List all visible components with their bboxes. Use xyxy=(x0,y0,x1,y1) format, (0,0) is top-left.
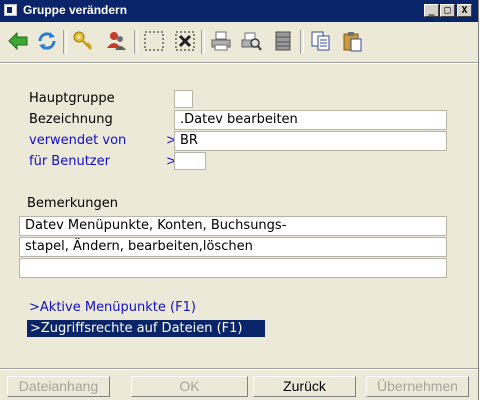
uebernehmen-button[interactable]: Übernehmen xyxy=(366,376,469,397)
key-icon[interactable] xyxy=(72,30,94,52)
toolbar-separator xyxy=(134,30,138,54)
zurueck-button[interactable]: Zurück xyxy=(253,376,356,397)
users-icon[interactable] xyxy=(105,30,127,52)
dialog-window: Gruppe verändern _ □ X Hauptgruppe Bezei… xyxy=(0,0,479,400)
window-icon[interactable] xyxy=(4,4,17,16)
close-button[interactable]: X xyxy=(457,4,472,17)
stack-icon[interactable] xyxy=(272,30,294,52)
delete-frame-icon[interactable] xyxy=(174,30,196,52)
select-frame-icon[interactable] xyxy=(143,30,165,52)
minimize-button[interactable]: _ xyxy=(424,4,439,17)
toolbar-divider xyxy=(0,62,478,64)
bezeichnung-label: Bezeichnung xyxy=(29,112,113,127)
hauptgruppe-label: Hauptgruppe xyxy=(29,91,115,106)
title-bar[interactable]: Gruppe verändern _ □ X xyxy=(0,0,478,22)
verwendet-von-field[interactable]: BR xyxy=(174,131,447,151)
toolbar-separator xyxy=(300,30,304,54)
button-divider xyxy=(0,368,478,370)
aktive-menuepunkte-link[interactable]: >Aktive Menüpunkte (F1) xyxy=(29,300,196,315)
maximize-button[interactable]: □ xyxy=(440,4,455,17)
toolbar xyxy=(0,24,478,60)
bezeichnung-field[interactable]: .Datev bearbeiten xyxy=(174,110,447,130)
paste-icon[interactable] xyxy=(341,30,363,52)
verwendet-von-label[interactable]: verwendet von xyxy=(29,133,126,148)
toolbar-separator xyxy=(201,30,205,54)
ok-button[interactable]: OK xyxy=(131,376,248,397)
copy-icon[interactable] xyxy=(310,30,332,52)
fuer-benutzer-field[interactable] xyxy=(174,152,206,170)
bemerkungen-label: Bemerkungen xyxy=(27,196,119,211)
bemerkungen-line-2[interactable]: stapel, Ändern, bearbeiten,löschen xyxy=(19,237,447,257)
fuer-benutzer-label[interactable]: für Benutzer xyxy=(29,154,110,169)
refresh-icon[interactable] xyxy=(36,30,58,52)
toolbar-separator xyxy=(63,30,67,54)
bemerkungen-line-3[interactable] xyxy=(19,258,447,278)
zugriffsrechte-link[interactable]: >Zugriffsrechte auf Dateien (F1) xyxy=(27,320,265,337)
back-arrow-icon[interactable] xyxy=(7,30,29,52)
bemerkungen-line-1[interactable]: Datev Menüpunkte, Konten, Buchsungs- xyxy=(19,216,447,236)
dateianhang-button[interactable]: Dateianhang xyxy=(7,376,110,397)
printer-icon[interactable] xyxy=(210,30,232,52)
window-title: Gruppe verändern xyxy=(23,3,128,17)
print-preview-icon[interactable] xyxy=(240,30,262,52)
hauptgruppe-checkbox[interactable] xyxy=(174,90,193,108)
